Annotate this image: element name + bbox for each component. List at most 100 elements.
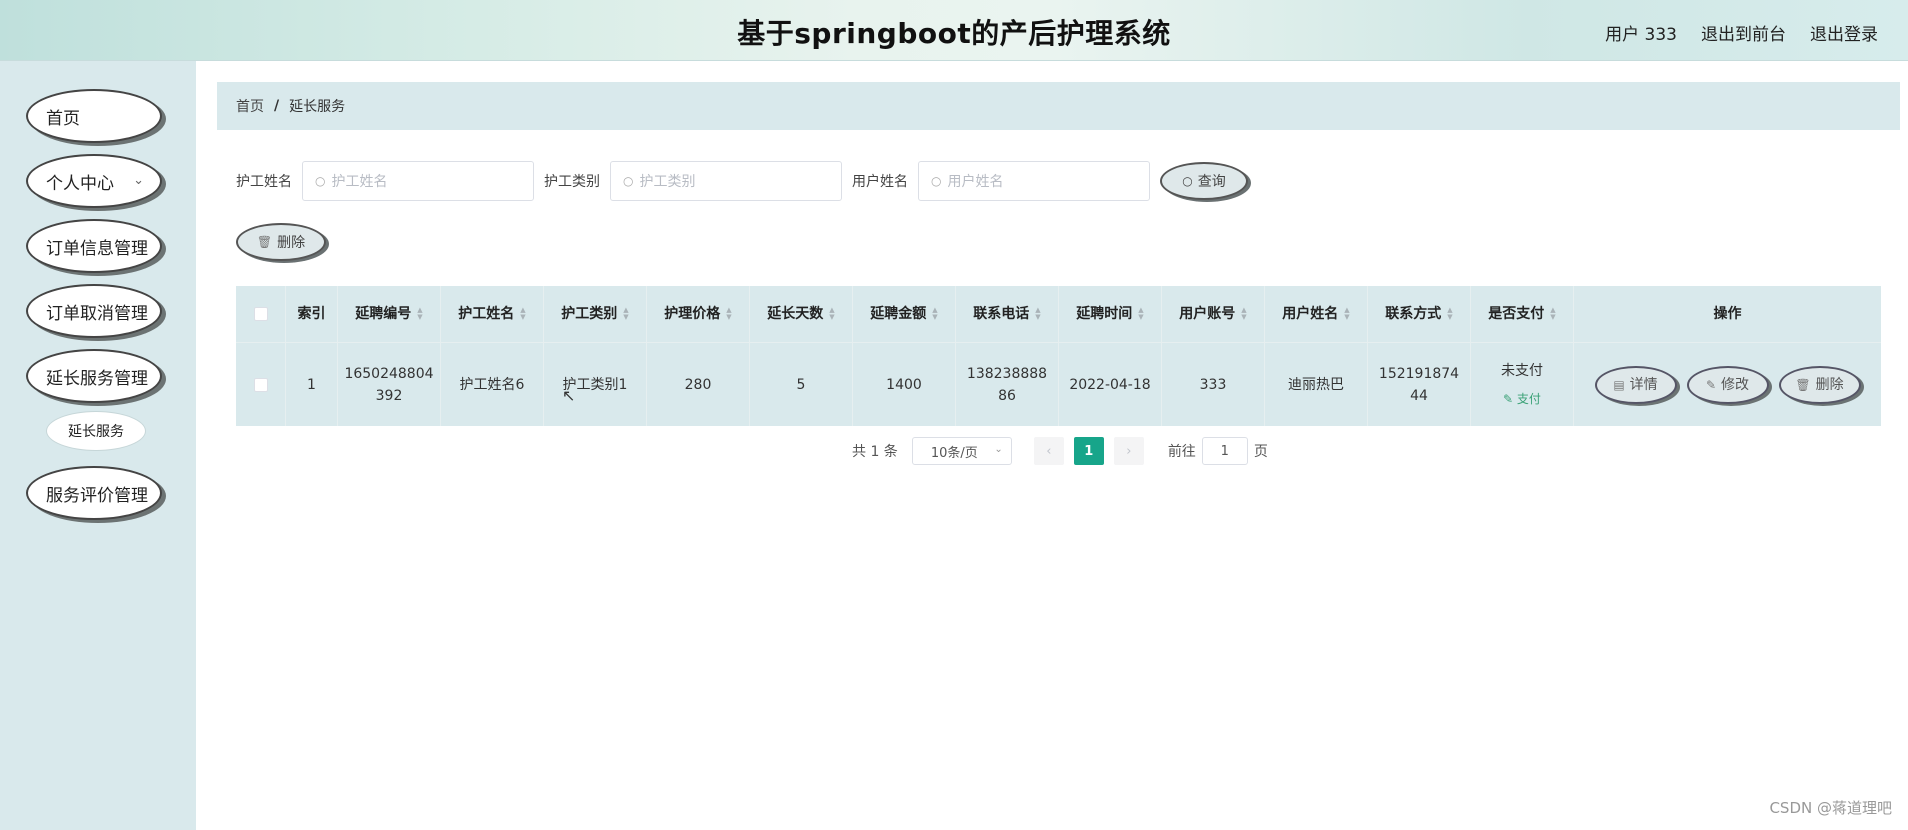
detail-label: 详情 — [1629, 376, 1658, 393]
pagination: 共 1 条 10条/页 ⌄ ‹ 1 › 前往 1 页 — [852, 437, 1268, 465]
col-header-label: 联系方式 — [1385, 306, 1442, 322]
col-header[interactable]: 联系方式 ▲ ▼ — [1368, 286, 1471, 342]
goto-label: 前往 — [1167, 444, 1196, 460]
cell-type: 护工类别1 — [544, 343, 647, 426]
select-all-checkbox[interactable] — [253, 307, 268, 321]
back-to-front-link[interactable]: 退出到前台 — [1701, 20, 1786, 45]
col-header[interactable]: 护工类别 ▲ ▼ — [544, 286, 647, 342]
col-header-label: 延长天数 — [767, 306, 824, 322]
sort-icon[interactable]: ▲ ▼ — [1447, 307, 1452, 321]
goto-input[interactable]: 1 — [1201, 437, 1248, 465]
trash-icon: 🗑 — [1795, 377, 1811, 392]
cell-username: 迪丽热巴 — [1265, 343, 1368, 426]
chevron-down-icon: ⌄ — [133, 173, 144, 188]
delete-button[interactable]: 🗑 删除 — [236, 223, 326, 261]
cell-caregiver: 护工姓名6 — [441, 343, 544, 426]
logout-link[interactable]: 退出登录 — [1810, 20, 1878, 45]
breadcrumb: 首页 / 延长服务 — [217, 82, 1900, 130]
user-name: 用户 333 — [1605, 25, 1677, 45]
cell-amount: 1400 — [853, 343, 956, 426]
cell-text: 86 — [998, 387, 1016, 404]
col-header[interactable]: 延长天数 ▲ ▼ — [750, 286, 853, 342]
user-label: 用户姓名 — [852, 174, 908, 190]
sort-icon[interactable]: ▲ ▼ — [1035, 307, 1040, 321]
breadcrumb-home[interactable]: 首页 — [236, 96, 264, 116]
col-header-label: 用户姓名 — [1282, 306, 1339, 322]
page-size-select[interactable]: 10条/页 ⌄ — [911, 437, 1012, 465]
col-header[interactable]: 用户账号 ▲ ▼ — [1162, 286, 1265, 342]
col-header[interactable]: 用户姓名 ▲ ▼ — [1265, 286, 1368, 342]
col-header[interactable]: 延聘编号 ▲ ▼ — [338, 286, 441, 342]
cell-time: 2022-04-18 — [1059, 343, 1162, 426]
search-icon: ○ — [1182, 174, 1193, 188]
sort-icon[interactable]: ▲ ▼ — [1550, 307, 1555, 321]
sort-icon[interactable]: ▲ ▼ — [1241, 307, 1246, 321]
search-icon: ○ — [931, 174, 942, 188]
page-suffix: 页 — [1253, 444, 1268, 460]
detail-button[interactable]: ▤ 详情 — [1594, 365, 1677, 404]
table-row: 1 1650248804 392 护工姓名6 护工类别1 280 5 1400 1… — [236, 342, 1881, 426]
edit-icon: ✎ — [1503, 391, 1517, 406]
edit-label: 修改 — [1721, 376, 1750, 393]
sort-icon[interactable]: ▲ ▼ — [1138, 307, 1143, 321]
col-header[interactable]: 联系电话 ▲ ▼ — [956, 286, 1059, 342]
row-delete-button[interactable]: 🗑 删除 — [1778, 365, 1861, 404]
query-button[interactable]: ○ 查询 — [1160, 162, 1248, 200]
search-icon: ○ — [623, 174, 634, 188]
cell-text: 152191874 — [1378, 365, 1460, 382]
type-input[interactable] — [639, 173, 820, 189]
col-header-label: 延聘金额 — [870, 306, 927, 322]
mouse-cursor-icon: ↖ — [562, 386, 576, 405]
pay-link[interactable]: ✎ 支付 — [1503, 388, 1541, 410]
col-header-label: 护工类别 — [561, 306, 618, 322]
document-icon: ▤ — [1613, 377, 1625, 392]
sort-icon[interactable]: ▲ ▼ — [1344, 307, 1349, 321]
watermark: CSDN @蒋道理吧 — [1769, 799, 1892, 817]
col-header[interactable]: 延聘时间 ▲ ▼ — [1059, 286, 1162, 342]
col-header-label: 是否支付 — [1488, 306, 1545, 322]
col-header[interactable]: 延聘金额 ▲ ▼ — [853, 286, 956, 342]
sort-icon[interactable]: ▲ ▼ — [932, 307, 937, 321]
caregiver-input[interactable] — [331, 173, 512, 189]
edit-button[interactable]: ✎ 修改 — [1686, 365, 1769, 404]
cell-text: 392 — [375, 387, 403, 404]
sidebar-item-order-cancel[interactable]: 订单取消管理 — [26, 284, 162, 338]
chevron-left-icon: ‹ — [1046, 443, 1052, 459]
sidebar-item-order-info[interactable]: 订单信息管理 — [26, 219, 162, 273]
pay-label: 支付 — [1516, 391, 1541, 406]
sidebar-item-service-review[interactable]: 服务评价管理 — [26, 466, 162, 520]
header-links: 用户 333 退出到前台 退出登录 — [1605, 20, 1878, 45]
chevron-right-icon: › — [1126, 443, 1132, 459]
cell-paid: 未支付 ✎ 支付 — [1471, 343, 1574, 426]
sidebar-item-home[interactable]: 首页 — [26, 89, 162, 143]
delete-label: 删除 — [277, 235, 306, 251]
sidebar-subitem-extend-service[interactable]: 延长服务 — [46, 411, 146, 451]
cell-days: 5 — [750, 343, 853, 426]
prev-page-button[interactable]: ‹ — [1033, 437, 1064, 465]
col-header-label: 联系电话 — [973, 306, 1030, 322]
cell-text: 1650248804 — [344, 365, 434, 382]
search-bar: 护工姓名 ○ 护工类别 ○ 用户姓名 ○ ○ 查询 — [236, 161, 1248, 201]
delete-label: 删除 — [1815, 376, 1844, 393]
sort-icon[interactable]: ▲ ▼ — [623, 307, 628, 321]
col-header[interactable]: 护工姓名 ▲ ▼ — [441, 286, 544, 342]
page-number[interactable]: 1 — [1073, 437, 1104, 465]
sidebar-item-extend-service[interactable]: 延长服务管理 — [26, 349, 162, 403]
type-label: 护工类别 — [544, 174, 600, 190]
sort-icon[interactable]: ▲ ▼ — [417, 307, 422, 321]
paid-status: 未支付 — [1501, 362, 1543, 379]
row-checkbox[interactable] — [253, 377, 268, 392]
sort-icon[interactable]: ▲ ▼ — [726, 307, 731, 321]
user-input[interactable] — [947, 173, 1128, 189]
sort-icon[interactable]: ▲ ▼ — [829, 307, 834, 321]
next-page-button[interactable]: › — [1113, 437, 1144, 465]
col-header-label: 护工姓名 — [458, 306, 515, 322]
col-header[interactable]: 护理价格 ▲ ▼ — [647, 286, 750, 342]
breadcrumb-separator: / — [274, 98, 280, 114]
col-header-label: 护理价格 — [664, 306, 721, 322]
col-header: 操作 — [1713, 306, 1742, 322]
sidebar-item-personal-center[interactable]: 个人中心 ⌄ — [26, 154, 162, 208]
header: 基于springboot的产后护理系统 用户 333 退出到前台 退出登录 — [0, 0, 1908, 61]
sort-icon[interactable]: ▲ ▼ — [520, 307, 525, 321]
col-header[interactable]: 是否支付 ▲ ▼ — [1471, 286, 1574, 342]
